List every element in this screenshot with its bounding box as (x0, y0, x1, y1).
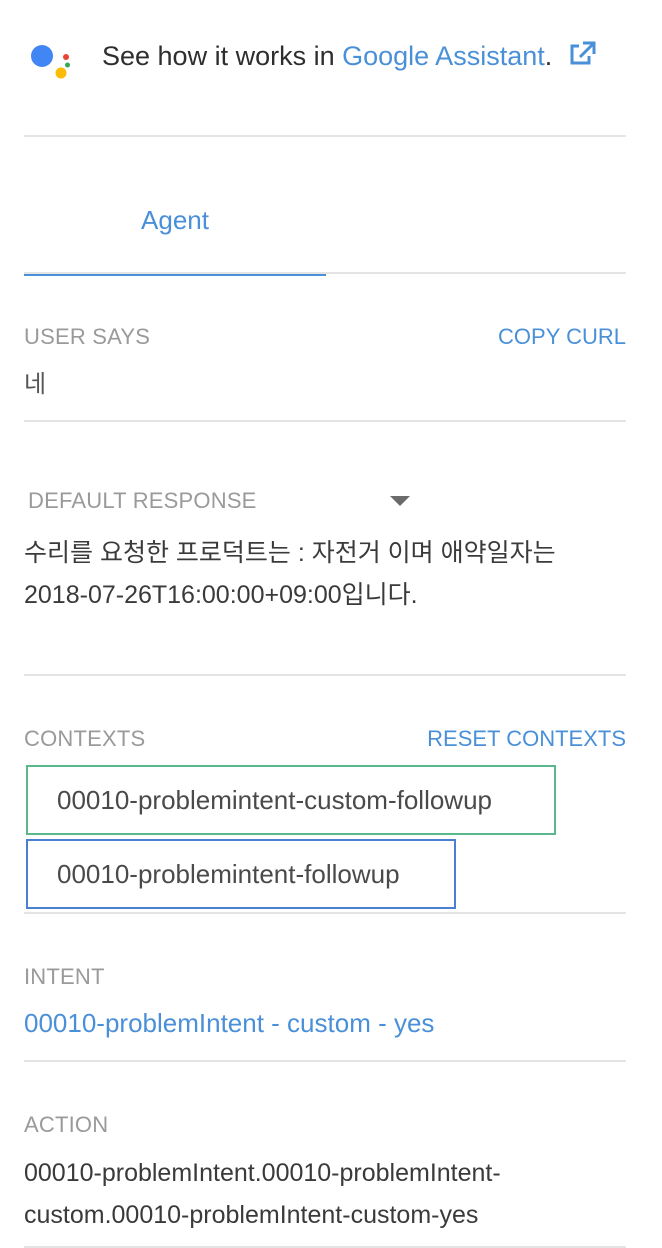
assistant-prompt: See how it works in Google Assistant. (102, 41, 596, 72)
user-says-section: USER SAYS COPY CURL 네 (24, 274, 626, 422)
default-response-label: DEFAULT RESPONSE (28, 488, 257, 513)
external-link-icon[interactable] (568, 41, 596, 67)
action-value: 00010-problemIntent.00010-problemIntent-… (24, 1159, 501, 1229)
user-says-value: 네 (24, 371, 47, 398)
assistant-suffix: . (544, 41, 553, 71)
intent-link[interactable]: 00010-problemIntent - custom - yes (24, 1008, 434, 1039)
action-section: ACTION 00010-problemIntent.00010-problem… (24, 1062, 626, 1248)
tab-bar: Agent (24, 137, 626, 276)
contexts-label: CONTEXTS (24, 726, 146, 751)
default-response-text: 수리를 요청한 프로덕트는 : 자전거 이며 애약일자는 2018-07-26T… (24, 539, 556, 609)
reset-contexts-button[interactable]: RESET CONTEXTS (427, 726, 626, 752)
copy-curl-button[interactable]: COPY CURL (498, 324, 626, 350)
assistant-prefix: See how it works in (102, 41, 343, 71)
caret-down-icon[interactable] (390, 496, 410, 506)
assistant-banner: See how it works in Google Assistant. (24, 0, 626, 137)
intent-label: INTENT (24, 964, 105, 989)
contexts-section: CONTEXTS RESET CONTEXTS 00010-problemint… (24, 676, 626, 914)
action-label: ACTION (24, 1112, 109, 1137)
default-response-section: DEFAULT RESPONSE 수리를 요청한 프로덕트는 : 자전거 이며 … (24, 422, 626, 676)
google-assistant-icon (31, 45, 70, 79)
user-says-label: USER SAYS (24, 324, 151, 349)
context-chip[interactable]: 00010-problemintent-custom-followup (26, 765, 556, 835)
tab-agent-label: Agent (141, 205, 209, 235)
tab-agent[interactable]: Agent (24, 137, 326, 276)
context-chip[interactable]: 00010-problemintent-followup (26, 839, 456, 909)
google-assistant-link[interactable]: Google Assistant (342, 41, 545, 71)
intent-section: INTENT 00010-problemIntent - custom - ye… (24, 914, 626, 1062)
